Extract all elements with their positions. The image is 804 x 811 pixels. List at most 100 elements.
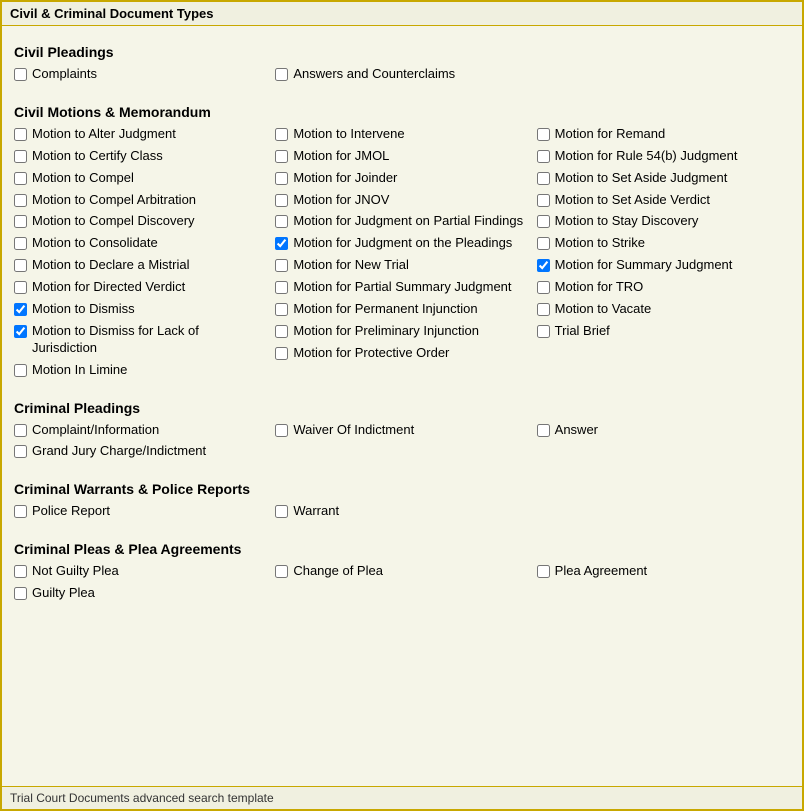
section-title-criminal-warrants: Criminal Warrants & Police Reports xyxy=(14,481,790,497)
label-warrant[interactable]: Warrant xyxy=(293,503,339,520)
checkbox-motion-set-aside-verdict[interactable] xyxy=(537,194,550,207)
checkbox-motion-jmol[interactable] xyxy=(275,150,288,163)
checkbox-motion-tro[interactable] xyxy=(537,281,550,294)
checkbox-motion-judgment-pleadings[interactable] xyxy=(275,237,288,250)
label-motion-remand[interactable]: Motion for Remand xyxy=(555,126,666,143)
label-motion-dismiss[interactable]: Motion to Dismiss xyxy=(32,301,135,318)
label-motion-tro[interactable]: Motion for TRO xyxy=(555,279,644,296)
label-grand-jury-charge-indictment[interactable]: Grand Jury Charge/Indictment xyxy=(32,443,206,460)
checkbox-change-of-plea[interactable] xyxy=(275,565,288,578)
checkbox-guilty-plea[interactable] xyxy=(14,587,27,600)
label-answer-criminal[interactable]: Answer xyxy=(555,422,598,439)
checkbox-motion-protective-order[interactable] xyxy=(275,347,288,360)
label-guilty-plea[interactable]: Guilty Plea xyxy=(32,585,95,602)
label-complaints[interactable]: Complaints xyxy=(32,66,97,83)
label-motion-new-trial[interactable]: Motion for New Trial xyxy=(293,257,409,274)
checkbox-item-motion-permanent-injunction: Motion for Permanent Injunction xyxy=(275,301,528,318)
checkbox-motion-strike[interactable] xyxy=(537,237,550,250)
checkbox-motion-preliminary-injunction[interactable] xyxy=(275,325,288,338)
label-motion-set-aside-judgment[interactable]: Motion to Set Aside Judgment xyxy=(555,170,728,187)
label-motion-joinder[interactable]: Motion for Joinder xyxy=(293,170,397,187)
label-motion-in-limine[interactable]: Motion In Limine xyxy=(32,362,127,379)
label-not-guilty-plea[interactable]: Not Guilty Plea xyxy=(32,563,119,580)
label-motion-judgment-pleadings[interactable]: Motion for Judgment on the Pleadings xyxy=(293,235,512,252)
checkbox-motion-summary-judgment[interactable] xyxy=(537,259,550,272)
checkbox-motion-compel-arbitration[interactable] xyxy=(14,194,27,207)
checkbox-motion-remand[interactable] xyxy=(537,128,550,141)
checkbox-answer-criminal[interactable] xyxy=(537,424,550,437)
label-motion-jnov[interactable]: Motion for JNOV xyxy=(293,192,389,209)
checkbox-complaint-information[interactable] xyxy=(14,424,27,437)
label-motion-directed-verdict[interactable]: Motion for Directed Verdict xyxy=(32,279,185,296)
checkbox-motion-alter-judgment[interactable] xyxy=(14,128,27,141)
checkbox-plea-agreement[interactable] xyxy=(537,565,550,578)
checkbox-motion-rule-54b-judgment[interactable] xyxy=(537,150,550,163)
label-motion-set-aside-verdict[interactable]: Motion to Set Aside Verdict xyxy=(555,192,710,209)
label-motion-strike[interactable]: Motion to Strike xyxy=(555,235,645,252)
label-motion-rule-54b-judgment[interactable]: Motion for Rule 54(b) Judgment xyxy=(555,148,738,165)
checkbox-police-report[interactable] xyxy=(14,505,27,518)
label-waiver-of-indictment[interactable]: Waiver Of Indictment xyxy=(293,422,414,439)
label-motion-compel-discovery[interactable]: Motion to Compel Discovery xyxy=(32,213,195,230)
col-civil-motions-0: Motion to Alter Judgment Motion to Certif… xyxy=(14,126,275,384)
label-answers-counterclaims[interactable]: Answers and Counterclaims xyxy=(293,66,455,83)
label-motion-judgment-partial-findings[interactable]: Motion for Judgment on Partial Findings xyxy=(293,213,523,230)
checkbox-motion-new-trial[interactable] xyxy=(275,259,288,272)
checkbox-grand-jury-charge-indictment[interactable] xyxy=(14,445,27,458)
col-criminal-warrants-1: Warrant xyxy=(275,503,536,525)
checkbox-waiver-of-indictment[interactable] xyxy=(275,424,288,437)
checkbox-motion-permanent-injunction[interactable] xyxy=(275,303,288,316)
checkbox-motion-in-limine[interactable] xyxy=(14,364,27,377)
label-motion-consolidate[interactable]: Motion to Consolidate xyxy=(32,235,158,252)
label-motion-summary-judgment[interactable]: Motion for Summary Judgment xyxy=(555,257,733,274)
label-motion-compel[interactable]: Motion to Compel xyxy=(32,170,134,187)
label-motion-partial-summary-judgment[interactable]: Motion for Partial Summary Judgment xyxy=(293,279,511,296)
col-civil-pleadings-1: Answers and Counterclaims xyxy=(275,66,536,88)
checkbox-item-motion-strike: Motion to Strike xyxy=(537,235,790,252)
checkbox-motion-compel-discovery[interactable] xyxy=(14,215,27,228)
label-motion-intervene[interactable]: Motion to Intervene xyxy=(293,126,404,143)
label-motion-jmol[interactable]: Motion for JMOL xyxy=(293,148,389,165)
label-motion-dismiss-lack-jurisdiction[interactable]: Motion to Dismiss for Lack of Jurisdicti… xyxy=(32,323,267,357)
checkbox-warrant[interactable] xyxy=(275,505,288,518)
label-motion-vacate[interactable]: Motion to Vacate xyxy=(555,301,652,318)
footer-bar: Trial Court Documents advanced search te… xyxy=(2,786,802,809)
checkbox-motion-directed-verdict[interactable] xyxy=(14,281,27,294)
label-motion-alter-judgment[interactable]: Motion to Alter Judgment xyxy=(32,126,176,143)
checkbox-motion-joinder[interactable] xyxy=(275,172,288,185)
label-motion-declare-mistrial[interactable]: Motion to Declare a Mistrial xyxy=(32,257,190,274)
label-plea-agreement[interactable]: Plea Agreement xyxy=(555,563,648,580)
checkbox-motion-stay-discovery[interactable] xyxy=(537,215,550,228)
main-content: Civil PleadingsComplaintsAnswers and Cou… xyxy=(2,26,802,786)
col-criminal-pleas-1: Change of Plea xyxy=(275,563,536,607)
label-motion-stay-discovery[interactable]: Motion to Stay Discovery xyxy=(555,213,699,230)
section-title-civil-motions: Civil Motions & Memorandum xyxy=(14,104,790,120)
label-motion-preliminary-injunction[interactable]: Motion for Preliminary Injunction xyxy=(293,323,479,340)
label-motion-permanent-injunction[interactable]: Motion for Permanent Injunction xyxy=(293,301,477,318)
label-police-report[interactable]: Police Report xyxy=(32,503,110,520)
checkbox-not-guilty-plea[interactable] xyxy=(14,565,27,578)
checkbox-item-motion-stay-discovery: Motion to Stay Discovery xyxy=(537,213,790,230)
checkbox-motion-compel[interactable] xyxy=(14,172,27,185)
checkbox-motion-jnov[interactable] xyxy=(275,194,288,207)
checkbox-motion-dismiss-lack-jurisdiction[interactable] xyxy=(14,325,27,338)
label-change-of-plea[interactable]: Change of Plea xyxy=(293,563,383,580)
checkbox-motion-partial-summary-judgment[interactable] xyxy=(275,281,288,294)
label-complaint-information[interactable]: Complaint/Information xyxy=(32,422,159,439)
checkbox-motion-declare-mistrial[interactable] xyxy=(14,259,27,272)
checkbox-motion-consolidate[interactable] xyxy=(14,237,27,250)
checkbox-motion-set-aside-judgment[interactable] xyxy=(537,172,550,185)
checkbox-item-answers-counterclaims: Answers and Counterclaims xyxy=(275,66,528,83)
checkbox-motion-certify-class[interactable] xyxy=(14,150,27,163)
checkbox-complaints[interactable] xyxy=(14,68,27,81)
checkbox-answers-counterclaims[interactable] xyxy=(275,68,288,81)
checkbox-motion-intervene[interactable] xyxy=(275,128,288,141)
checkbox-motion-vacate[interactable] xyxy=(537,303,550,316)
checkbox-trial-brief[interactable] xyxy=(537,325,550,338)
checkbox-motion-judgment-partial-findings[interactable] xyxy=(275,215,288,228)
checkbox-motion-dismiss[interactable] xyxy=(14,303,27,316)
label-motion-compel-arbitration[interactable]: Motion to Compel Arbitration xyxy=(32,192,196,209)
label-motion-certify-class[interactable]: Motion to Certify Class xyxy=(32,148,163,165)
label-trial-brief[interactable]: Trial Brief xyxy=(555,323,610,340)
label-motion-protective-order[interactable]: Motion for Protective Order xyxy=(293,345,449,362)
